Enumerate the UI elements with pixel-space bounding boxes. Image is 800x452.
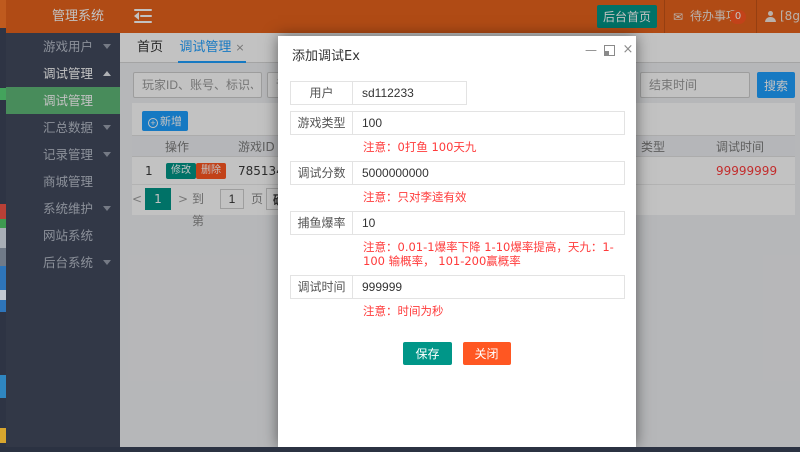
field-row-fish-rate: 捕鱼爆率 [290,211,625,235]
field-label: 捕鱼爆率 [290,211,353,235]
debug-score-note: 注意：只对李逵有效 [353,190,622,204]
minimize-icon[interactable]: — [584,42,598,58]
game-type-field[interactable] [352,111,625,135]
modal-buttons: 保存 关闭 [278,342,636,365]
bottom-window-edge [0,447,800,452]
close-button[interactable]: 关闭 [463,342,511,365]
field-row-debug-time: 调试时间 [290,275,625,299]
modal-body: 用户 游戏类型 注意：0打鱼 100天九 调试分数 注意：只对李逵有效 捕鱼爆率 [278,66,636,447]
save-button[interactable]: 保存 [403,342,451,365]
maximize-icon[interactable] [604,45,615,56]
modal-header: 添加调试Ex — × [278,36,636,66]
field-label: 调试时间 [290,275,353,299]
modal-title: 添加调试Ex [292,45,360,64]
field-label: 用户 [290,81,353,105]
fish-rate-field[interactable] [352,211,625,235]
screen: 管理系统 游戏用户 调试管理 调试管理 汇总数据 记录管理 商城管理 [0,0,800,452]
field-row-user: 用户 [290,81,625,105]
close-icon[interactable]: × [621,42,635,58]
game-type-note: 注意：0打鱼 100天九 [353,140,622,154]
debug-time-field[interactable] [352,275,625,299]
field-label: 调试分数 [290,161,353,185]
field-row-game-type: 游戏类型 [290,111,625,135]
add-debug-modal: 添加调试Ex — × 用户 游戏类型 注意：0打鱼 100天九 调试分数 [278,36,636,447]
user-field[interactable] [352,81,467,105]
field-label: 游戏类型 [290,111,353,135]
fish-rate-note: 注意：0.01-1爆率下降 1-10爆率提高，天九：1-100 输概率， 101… [353,240,622,268]
debug-time-note: 注意：时间为秒 [353,304,622,318]
field-row-debug-score: 调试分数 [290,161,625,185]
admin-app-window: 管理系统 游戏用户 调试管理 调试管理 汇总数据 记录管理 商城管理 [6,0,800,447]
debug-score-field[interactable] [352,161,625,185]
